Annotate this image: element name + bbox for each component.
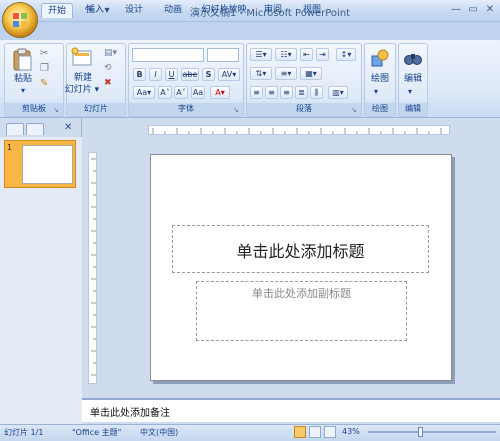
drawing-button-label[interactable]: 绘图 — [364, 74, 396, 85]
pane-close-icon[interactable]: ✕ — [64, 122, 72, 133]
slide-thumbnail[interactable] — [22, 145, 73, 184]
tab-slideshow[interactable]: 幻灯片放映 — [198, 3, 250, 18]
bold-button[interactable]: B — [133, 68, 146, 81]
decrease-indent-icon[interactable]: ⇤ — [300, 48, 313, 61]
editing-group-label: 编辑 — [399, 103, 427, 115]
new-slide-label-1[interactable]: 新建 — [66, 73, 100, 84]
paragraph-launcher-icon[interactable]: ↘ — [351, 106, 359, 114]
slides-group-label: 幻灯片 — [67, 103, 125, 115]
paragraph-group-label: 段落 — [247, 103, 361, 115]
zoom-slider-thumb[interactable] — [418, 427, 423, 437]
text-direction-icon[interactable]: ⇅▾ — [250, 67, 272, 80]
status-zoom[interactable]: 43% — [342, 427, 360, 436]
title-placeholder-text: 单击此处添加标题 — [236, 242, 365, 261]
find-binoculars-icon[interactable] — [403, 48, 423, 68]
slides-tab-icon[interactable] — [6, 123, 24, 135]
outline-tab-icon[interactable] — [26, 123, 44, 135]
align-left-icon[interactable]: ≡ — [250, 86, 263, 99]
tab-review[interactable]: 审阅 — [258, 3, 288, 18]
slideshow-view-icon[interactable] — [324, 426, 336, 438]
italic-button[interactable]: I — [149, 68, 162, 81]
maximize-button[interactable]: ▭ — [465, 3, 481, 18]
numbering-icon[interactable]: ☷▾ — [275, 48, 297, 61]
editing-button-label[interactable]: 编辑 — [398, 74, 428, 85]
shadow-button[interactable]: S — [202, 68, 215, 81]
align-right-icon[interactable]: ≡ — [280, 86, 293, 99]
copy-icon[interactable]: ❐ — [40, 63, 52, 75]
font-color-button[interactable]: A▾ — [210, 86, 230, 99]
tab-view[interactable]: 视图 — [297, 3, 327, 18]
normal-view-icon[interactable] — [294, 426, 306, 438]
align-text-icon[interactable]: ≡▾ — [275, 67, 297, 80]
office-logo-icon — [13, 13, 27, 27]
subtitle-placeholder-text: 单击此处添加副标题 — [252, 287, 351, 300]
delete-slide-icon[interactable]: ✖ — [104, 78, 118, 90]
office-button[interactable] — [2, 2, 38, 38]
distribute-icon[interactable]: ⫼ — [310, 86, 323, 99]
ribbon-tabs — [0, 22, 500, 40]
dialog-launcher-icon[interactable]: ↘ — [53, 106, 61, 114]
minimize-button[interactable]: — — [448, 3, 464, 18]
align-center-icon[interactable]: ≡ — [265, 86, 278, 99]
smartart-icon[interactable]: ▦▾ — [300, 67, 322, 80]
editing-dropdown-icon[interactable]: ▾ — [408, 87, 412, 96]
strikethrough-button[interactable]: abe — [181, 68, 199, 81]
bullets-icon[interactable]: ☰▾ — [250, 48, 272, 61]
change-case-button[interactable]: Aa▾ — [133, 86, 155, 99]
font-group-label: 字体 — [129, 103, 243, 115]
tab-insert[interactable]: 插入 — [80, 3, 110, 18]
shapes-icon[interactable] — [370, 48, 390, 68]
title-placeholder[interactable]: 单击此处添加标题 — [172, 225, 429, 273]
new-slide-label-2[interactable]: 幻灯片 ▾ — [62, 85, 102, 96]
tab-animation[interactable]: 动画 — [158, 3, 188, 18]
vertical-ruler — [88, 152, 97, 384]
layout-icon[interactable]: ▤▾ — [104, 48, 118, 60]
tab-design[interactable]: 设计 — [119, 3, 149, 18]
char-spacing-button[interactable]: AV▾ — [218, 68, 240, 81]
font-launcher-icon[interactable]: ↘ — [233, 106, 241, 114]
justify-icon[interactable]: ≣ — [295, 86, 308, 99]
drawing-dropdown-icon[interactable]: ▾ — [374, 87, 378, 96]
tab-home[interactable]: 开始 — [41, 3, 73, 18]
slide-sorter-view-icon[interactable] — [309, 426, 321, 438]
columns-icon[interactable]: ▥▾ — [328, 86, 348, 99]
slide-thumbnail-number: 1 — [7, 143, 13, 152]
line-spacing-icon[interactable]: ↕▾ — [336, 48, 356, 61]
format-painter-icon[interactable]: ✎ — [40, 78, 52, 90]
notes-pane[interactable]: 单击此处添加备注 — [82, 398, 500, 422]
close-button[interactable]: ✕ — [482, 3, 498, 18]
clear-format-button[interactable]: Aa — [191, 86, 205, 99]
paste-icon[interactable] — [12, 47, 34, 71]
underline-button[interactable]: U — [165, 68, 178, 81]
status-slide-count: 幻灯片 1/1 — [4, 428, 44, 437]
status-theme: "Office 主题" — [72, 428, 122, 437]
grow-font-button[interactable]: A˄ — [158, 86, 172, 99]
horizontal-ruler — [148, 125, 450, 135]
font-size-combo[interactable] — [207, 48, 239, 62]
notes-placeholder-text: 单击此处添加备注 — [90, 408, 170, 419]
shrink-font-button[interactable]: A˅ — [174, 86, 188, 99]
font-name-combo[interactable] — [132, 48, 204, 62]
drawing-group-label: 绘图 — [365, 103, 395, 115]
reset-icon[interactable]: ⟲ — [104, 63, 118, 75]
status-language: 中文(中国) — [140, 428, 179, 437]
increase-indent-icon[interactable]: ⇥ — [316, 48, 329, 61]
paste-dropdown-icon[interactable]: ▾ — [12, 86, 34, 95]
cut-icon[interactable]: ✂ — [40, 48, 52, 60]
zoom-slider[interactable] — [368, 431, 496, 433]
new-slide-icon[interactable] — [70, 47, 94, 69]
subtitle-placeholder[interactable]: 单击此处添加副标题 — [196, 281, 407, 341]
paste-button-label[interactable]: 粘贴 — [10, 74, 36, 85]
